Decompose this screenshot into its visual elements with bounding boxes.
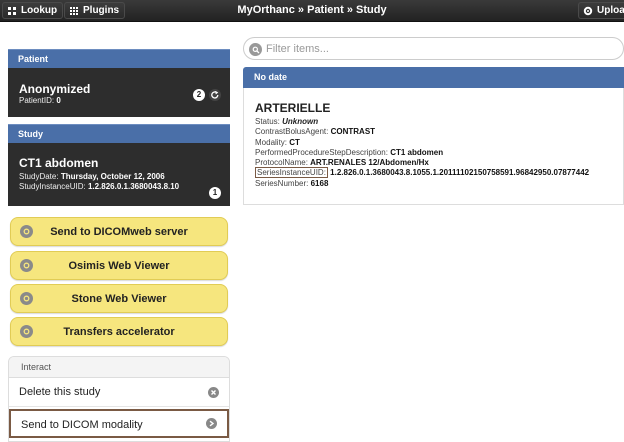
tag-value: CT: [289, 137, 300, 147]
series-group-header: No date: [243, 67, 624, 88]
send-to-dicom-modality-label: Send to DICOM modality: [21, 419, 143, 431]
tag-value: 6168: [310, 178, 329, 188]
tag-value: CT1 abdomen: [390, 147, 444, 157]
study-uid: StudyInstanceUID: 1.2.826.0.1.3680043.8.…: [19, 182, 230, 192]
study-date-label: StudyDate:: [19, 172, 59, 181]
send-to-dicom-modality-button[interactable]: Send to DICOM modality: [9, 409, 229, 438]
osimis-web-viewer-label: Osimis Web Viewer: [68, 260, 170, 272]
patient-id-value: 0: [56, 96, 61, 105]
tag-row: SeriesNumber: 6168: [255, 179, 623, 189]
delete-icon: [208, 387, 219, 398]
series-title: ARTERIELLE: [255, 101, 331, 115]
gear-icon: [583, 6, 593, 16]
top-navbar: Lookup Plugins MyOrthanc » Patient » Stu…: [0, 0, 624, 22]
tag-value: CONTRAST: [330, 127, 376, 137]
tag-row: SeriesInstanceUID: 1.2.826.0.1.3680043.8…: [255, 167, 623, 179]
tag-row: Modality: CT: [255, 138, 623, 148]
forward-icon: [206, 418, 217, 429]
upload-label: Upload: [597, 5, 624, 16]
transfers-accelerator-button[interactable]: Transfers accelerator: [10, 317, 228, 346]
undo-icon[interactable]: [209, 89, 221, 101]
status-value: Unknown: [282, 117, 319, 126]
filter-search-box: [243, 37, 624, 60]
send-to-dicomweb-label: Send to DICOMweb server: [50, 226, 188, 238]
stone-web-viewer-button[interactable]: Stone Web Viewer: [10, 284, 228, 313]
study-header: Study: [8, 124, 230, 143]
series-instance-uid-key: SeriesInstanceUID:: [255, 167, 328, 179]
study-series-count-badge: 1: [209, 187, 221, 199]
study-date-value: Thursday, October 12, 2006: [60, 172, 165, 181]
upload-button[interactable]: Upload: [578, 2, 624, 19]
series-item[interactable]: ARTERIELLE Status: Unknown ContrastBolus…: [243, 88, 624, 205]
patient-header: Patient: [8, 49, 230, 68]
send-to-dicomweb-button[interactable]: Send to DICOMweb server: [10, 217, 228, 246]
delete-study-button[interactable]: Delete this study: [9, 378, 229, 407]
transfers-accelerator-label: Transfers accelerator: [63, 326, 175, 338]
tag-key: SeriesNumber:: [255, 178, 309, 188]
study-date: StudyDate: Thursday, October 12, 2006: [19, 172, 230, 182]
osimis-web-viewer-button[interactable]: Osimis Web Viewer: [10, 251, 228, 280]
tag-row: PerformedProcedureStepDescription: CT1 a…: [255, 148, 623, 158]
tag-key: Modality:: [255, 137, 288, 147]
patient-section: Patient Anonymized PatientID: 0 2: [8, 49, 230, 117]
study-uid-label: StudyInstanceUID:: [19, 182, 86, 191]
study-name: CT1 abdomen: [19, 156, 99, 170]
search-icon: [249, 43, 262, 56]
tag-key: ProtocolName:: [255, 158, 308, 168]
tag-row: ContrastBolusAgent: CONTRAST: [255, 127, 623, 137]
patient-id-label: PatientID:: [19, 96, 55, 105]
interact-list: Interact Delete this study Send to DICOM…: [8, 356, 230, 442]
filter-input[interactable]: [266, 41, 606, 57]
series-status: Status: Unknown: [255, 117, 623, 127]
patient-studies-count-badge: 2: [193, 89, 205, 101]
stone-web-viewer-label: Stone Web Viewer: [71, 293, 167, 305]
study-item[interactable]: CT1 abdomen StudyDate: Thursday, October…: [8, 143, 230, 206]
patient-item[interactable]: Anonymized PatientID: 0 2: [8, 68, 230, 117]
delete-study-label: Delete this study: [19, 386, 101, 398]
interact-header: Interact: [9, 357, 229, 378]
status-label: Status:: [255, 117, 280, 126]
tag-value: ART.RENALES 12/Abdomen/Hx: [310, 158, 429, 168]
study-uid-value: 1.2.826.0.1.3680043.8.10: [87, 182, 180, 191]
tag-key: PerformedProcedureStepDescription:: [255, 147, 388, 157]
study-section: Study CT1 abdomen StudyDate: Thursday, O…: [8, 124, 230, 206]
tag-value: 1.2.826.0.1.3680043.8.1055.1.20111102150…: [330, 168, 590, 178]
page-title: MyOrthanc » Patient » Study: [237, 4, 387, 16]
tag-key: ContrastBolusAgent:: [255, 127, 329, 137]
